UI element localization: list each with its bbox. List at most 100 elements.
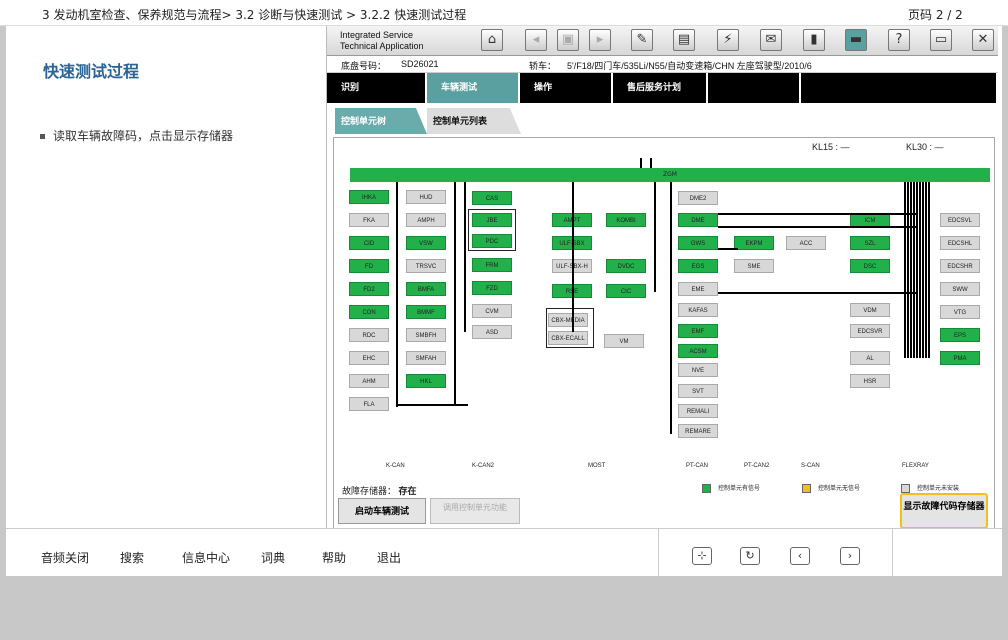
battery-icon[interactable]: ▮	[803, 29, 825, 51]
legend-0: 控制单元有信号	[718, 486, 761, 492]
ecu-al[interactable]: AL	[850, 351, 890, 365]
ecu-cic[interactable]: CIC	[606, 284, 646, 298]
ecu-acsm[interactable]: ACSM	[678, 344, 718, 358]
ecu-dvdc[interactable]: DVDC	[606, 259, 646, 273]
close-icon[interactable]: ✕	[972, 29, 994, 51]
home-icon[interactable]: ⌂	[481, 29, 503, 51]
ecu-edcshl[interactable]: EDCSHL	[940, 236, 980, 250]
ecu-pma[interactable]: PMA	[940, 351, 980, 365]
ecu-vdm[interactable]: VDM	[850, 303, 890, 317]
ecu-szl[interactable]: SZL	[850, 236, 890, 250]
info-center-link[interactable]: 信息中心	[182, 549, 230, 566]
kl15-status: KL15 : —	[812, 142, 850, 152]
ecu-frm[interactable]: FRM	[472, 258, 512, 272]
ecu-edcsvl[interactable]: EDCSVL	[940, 213, 980, 227]
audio-off-link[interactable]: 音频关闭	[41, 549, 89, 566]
back-icon[interactable]: ◂	[525, 29, 547, 51]
ecu-icm[interactable]: ICM	[850, 213, 890, 227]
legend-2: 控制单元未安装	[917, 486, 960, 492]
ecu-bmmf[interactable]: BMMF	[406, 305, 446, 319]
start-vehicle-test-button[interactable]: 启动车辆测试	[338, 498, 426, 524]
ecu-bmfa[interactable]: BMFA	[406, 282, 446, 296]
ecu-amph[interactable]: AMPH	[406, 213, 446, 227]
forward-icon[interactable]: ▸	[589, 29, 611, 51]
ecu-con[interactable]: CON	[349, 305, 389, 319]
wrench-icon[interactable]: ✎	[631, 29, 653, 51]
ecu-fd[interactable]: FD	[349, 259, 389, 273]
copy-icon[interactable]: ▣	[557, 29, 579, 51]
tab-operation[interactable]: 操作	[520, 73, 613, 103]
main-nav: 识别 车辆测试 操作 售后服务计划	[327, 73, 998, 103]
help-icon[interactable]: ?	[888, 29, 910, 51]
legend-1: 控制单元无信号	[818, 486, 861, 492]
diagnosis-icon[interactable]: ▬	[845, 29, 867, 51]
tab-ecu-list[interactable]: 控制单元列表	[427, 108, 521, 134]
ecu-gws[interactable]: GWS	[678, 236, 718, 250]
ecu-fla[interactable]: FLA	[349, 397, 389, 411]
mail-icon[interactable]: ✉	[760, 29, 782, 51]
ecu-vsw[interactable]: VSW	[406, 236, 446, 250]
ecu-fd2[interactable]: FD2	[349, 282, 389, 296]
ecu-sme[interactable]: SME	[734, 259, 774, 273]
vehicle-info-icon[interactable]: ▤	[673, 29, 695, 51]
ecu-cvm[interactable]: CVM	[472, 304, 512, 318]
ecu-sww[interactable]: SWW	[940, 282, 980, 296]
ecu-ihka[interactable]: IHKA	[349, 190, 389, 204]
ecu-remare[interactable]: REMARE	[678, 424, 718, 438]
ecu-dme2[interactable]: DME2	[678, 191, 718, 205]
ecu-fka[interactable]: FKA	[349, 213, 389, 227]
connect-icon[interactable]: ⚡	[717, 29, 739, 51]
ecu-ekpm[interactable]: EKPM	[734, 236, 774, 250]
ecu-smfah[interactable]: SMFAH	[406, 351, 446, 365]
tab-vehicle-test[interactable]: 车辆测试	[427, 73, 520, 103]
ecu-kafas[interactable]: KAFAS	[678, 303, 718, 317]
ecu-remali[interactable]: REMALI	[678, 404, 718, 418]
ecu-svt[interactable]: SVT	[678, 384, 718, 398]
show-fault-memory-button[interactable]: 显示故障代码存储器	[900, 493, 988, 529]
tab-empty-1[interactable]	[708, 73, 801, 103]
ecu-asd[interactable]: ASD	[472, 325, 512, 339]
ecu-hud[interactable]: HUD	[406, 190, 446, 204]
minimize-icon[interactable]: ▭	[930, 29, 952, 51]
call-ecu-function-button[interactable]: 调用控制单元功能	[430, 498, 520, 524]
tab-ecu-tree[interactable]: 控制单元树	[335, 108, 427, 134]
tab-service-plan[interactable]: 售后服务计划	[613, 73, 708, 103]
vehicle-info-row: 底盘号码： SD26021 轿车： 5'/F18/四门车/535Li/N55/自…	[327, 56, 998, 73]
ecu-nve[interactable]: NVE	[678, 363, 718, 377]
ecu-egs[interactable]: EGS	[678, 259, 718, 273]
ecu-vm[interactable]: VM	[604, 334, 644, 348]
ecu-kombi[interactable]: KOMBI	[606, 213, 646, 227]
ecu-dsc[interactable]: DSC	[850, 259, 890, 273]
ecu-hkl[interactable]: HKL	[406, 374, 446, 388]
ecu-dme[interactable]: DME	[678, 213, 718, 227]
dictionary-link[interactable]: 词典	[261, 549, 285, 566]
ecu-eme[interactable]: EME	[678, 282, 718, 296]
fit-icon[interactable]: ⊹	[692, 547, 712, 565]
next-page-icon[interactable]: ›	[840, 547, 860, 565]
ecu-vtg[interactable]: VTG	[940, 305, 980, 319]
prev-page-icon[interactable]: ‹	[790, 547, 810, 565]
tab-empty-2[interactable]	[801, 73, 998, 103]
bus-label-most: MOST	[588, 463, 606, 469]
ecu-acc[interactable]: ACC	[786, 236, 826, 250]
ecu-ehc[interactable]: EHC	[349, 351, 389, 365]
ecu-ahm[interactable]: AHM	[349, 374, 389, 388]
ecu-edcsvr[interactable]: EDCSVR	[850, 324, 890, 338]
search-link[interactable]: 搜索	[120, 549, 144, 566]
ecu-cas[interactable]: CAS	[472, 191, 512, 205]
zgm-gateway[interactable]: ZGM	[350, 168, 990, 182]
ecu-emf[interactable]: EMF	[678, 324, 718, 338]
ecu-smbfh[interactable]: SMBFH	[406, 328, 446, 342]
help-link[interactable]: 帮助	[322, 549, 346, 566]
ecu-fzd[interactable]: FZD	[472, 281, 512, 295]
ecu-hsr[interactable]: HSR	[850, 374, 890, 388]
exit-link[interactable]: 退出	[377, 549, 401, 566]
ecu-cid[interactable]: CID	[349, 236, 389, 250]
ecu-eps[interactable]: EPS	[940, 328, 980, 342]
tab-identification[interactable]: 识别	[327, 73, 427, 103]
ecu-trsvc[interactable]: TRSVC	[406, 259, 446, 273]
sub-tabs: 控制单元树 控制单元列表	[335, 108, 521, 134]
ecu-rdc[interactable]: RDC	[349, 328, 389, 342]
ecu-edcshr[interactable]: EDCSHR	[940, 259, 980, 273]
refresh-icon[interactable]: ↻	[740, 547, 760, 565]
